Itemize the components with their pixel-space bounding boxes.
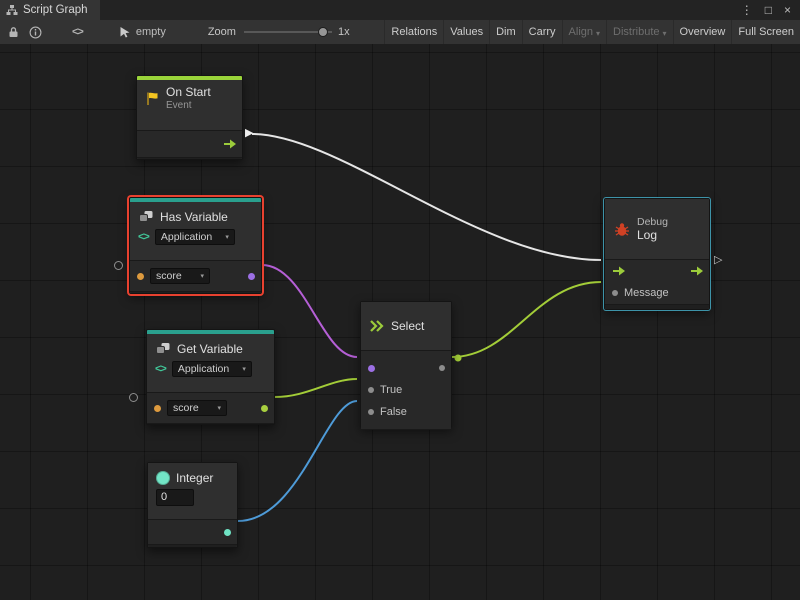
toolbar-button-relations[interactable]: Relations bbox=[384, 20, 443, 44]
integer-value-field[interactable] bbox=[156, 489, 194, 506]
node-footer bbox=[361, 429, 451, 430]
chevron-down-icon: ▾ bbox=[200, 272, 204, 280]
window-titlebar: Script Graph ⋮ □ × bbox=[0, 0, 800, 21]
port-value-output[interactable] bbox=[224, 529, 231, 536]
tab-script-graph[interactable]: Script Graph bbox=[0, 0, 100, 20]
info-icon-button[interactable] bbox=[29, 26, 42, 39]
bug-icon bbox=[613, 221, 631, 237]
maximize-button[interactable]: □ bbox=[765, 0, 772, 20]
port-result-output[interactable] bbox=[439, 365, 445, 371]
variable-kind-icon: <> bbox=[155, 363, 166, 375]
node-get-variable[interactable]: Get Variable <> Application ▾ score ▾ bbox=[146, 329, 275, 425]
node-title: On Start bbox=[166, 85, 211, 99]
node-footer bbox=[137, 157, 242, 159]
node-footer bbox=[130, 291, 261, 293]
toolbar-button-carry[interactable]: Carry bbox=[522, 20, 562, 44]
toolbar-button-dim[interactable]: Dim bbox=[489, 20, 522, 44]
toolbar-button-fullscreen[interactable]: Full Screen bbox=[731, 20, 800, 44]
node-title: Has Variable bbox=[160, 210, 228, 224]
code-view-button[interactable]: <> bbox=[72, 26, 83, 38]
zoom-label: Zoom bbox=[208, 26, 236, 38]
toolbar-buttons: Relations Values Dim Carry Align▾ Distri… bbox=[384, 20, 800, 44]
chevron-down-icon: ▾ bbox=[596, 29, 600, 38]
port-label-message: Message bbox=[624, 287, 669, 299]
variable-name-dropdown[interactable]: score ▾ bbox=[150, 268, 210, 284]
close-button[interactable]: × bbox=[784, 0, 791, 20]
node-debug-log[interactable]: Debug Log Message bbox=[604, 198, 710, 310]
pointer-icon bbox=[119, 26, 131, 38]
port-target-input[interactable] bbox=[114, 261, 123, 270]
port-bool-output[interactable] bbox=[248, 273, 255, 280]
integer-type-icon bbox=[156, 471, 170, 485]
node-footer bbox=[148, 544, 237, 547]
chevron-down-icon: ▾ bbox=[242, 365, 246, 373]
variable-kind-icon: <> bbox=[138, 231, 149, 243]
node-footer bbox=[605, 304, 709, 309]
lock-icon bbox=[8, 26, 19, 38]
graph-icon bbox=[6, 4, 18, 16]
port-label-true: True bbox=[380, 384, 402, 396]
node-footer bbox=[147, 423, 274, 424]
port-value-output[interactable] bbox=[261, 405, 268, 412]
toolbar-button-values[interactable]: Values bbox=[443, 20, 489, 44]
tab-title: Script Graph bbox=[23, 4, 88, 16]
port-target-input[interactable] bbox=[129, 393, 138, 402]
info-icon bbox=[29, 26, 42, 39]
node-subtitle: Event bbox=[166, 100, 211, 111]
variables-icon bbox=[138, 210, 154, 224]
graph-toolbar: <> empty Zoom 1x Relations Values Dim Ca… bbox=[0, 20, 800, 45]
node-select[interactable]: Select True False bbox=[360, 301, 452, 428]
node-title: Get Variable bbox=[177, 342, 243, 356]
chevron-down-icon: ▾ bbox=[217, 404, 221, 412]
script-graph-window: Script Graph ⋮ □ × <> empt bbox=[0, 0, 800, 600]
more-menu-button[interactable]: ⋮ bbox=[741, 0, 753, 20]
variable-scope-dropdown[interactable]: Application ▾ bbox=[172, 361, 252, 377]
window-controls: ⋮ □ × bbox=[741, 0, 800, 20]
lock-icon-button[interactable] bbox=[8, 26, 19, 38]
toolbar-button-overview[interactable]: Overview bbox=[673, 20, 732, 44]
chevron-down-icon: ▾ bbox=[663, 29, 667, 38]
graph-state: empty bbox=[119, 26, 166, 38]
toolbar-button-align[interactable]: Align▾ bbox=[562, 20, 606, 44]
node-title: Integer bbox=[176, 471, 213, 485]
graph-state-label: empty bbox=[136, 26, 166, 38]
flow-output-port[interactable] bbox=[223, 139, 237, 149]
node-on-start[interactable]: On Start Event bbox=[136, 75, 243, 160]
toolbar-button-distribute[interactable]: Distribute▾ bbox=[606, 20, 672, 44]
zoom-slider[interactable] bbox=[244, 26, 332, 38]
node-title: Log bbox=[637, 228, 668, 242]
port-name-input[interactable] bbox=[137, 273, 144, 280]
node-category: Debug bbox=[637, 216, 668, 228]
flow-output-marker[interactable]: ▷ bbox=[714, 255, 722, 266]
flow-output-port[interactable] bbox=[690, 266, 704, 276]
zoom-value-label: 1x bbox=[338, 26, 350, 38]
variable-scope-dropdown[interactable]: Application ▾ bbox=[155, 229, 235, 245]
node-title: Select bbox=[391, 319, 424, 333]
flow-connection-arrow[interactable]: ▶ bbox=[245, 128, 253, 139]
port-name-input[interactable] bbox=[154, 405, 161, 412]
zoom-slider-handle[interactable] bbox=[318, 27, 328, 37]
select-icon bbox=[369, 320, 385, 332]
port-label-false: False bbox=[380, 406, 407, 418]
node-has-variable[interactable]: Has Variable <> Application ▾ score ▾ bbox=[129, 197, 262, 294]
flow-input-port[interactable] bbox=[612, 266, 626, 276]
variables-icon bbox=[155, 342, 171, 356]
port-message-input[interactable] bbox=[612, 290, 618, 296]
port-condition-input[interactable] bbox=[368, 365, 375, 372]
flag-icon bbox=[145, 91, 160, 106]
variable-name-dropdown[interactable]: score ▾ bbox=[167, 400, 227, 416]
port-false-input[interactable] bbox=[368, 409, 374, 415]
chevron-down-icon: ▾ bbox=[225, 233, 229, 241]
port-true-input[interactable] bbox=[368, 387, 374, 393]
node-integer[interactable]: Integer bbox=[147, 462, 238, 548]
